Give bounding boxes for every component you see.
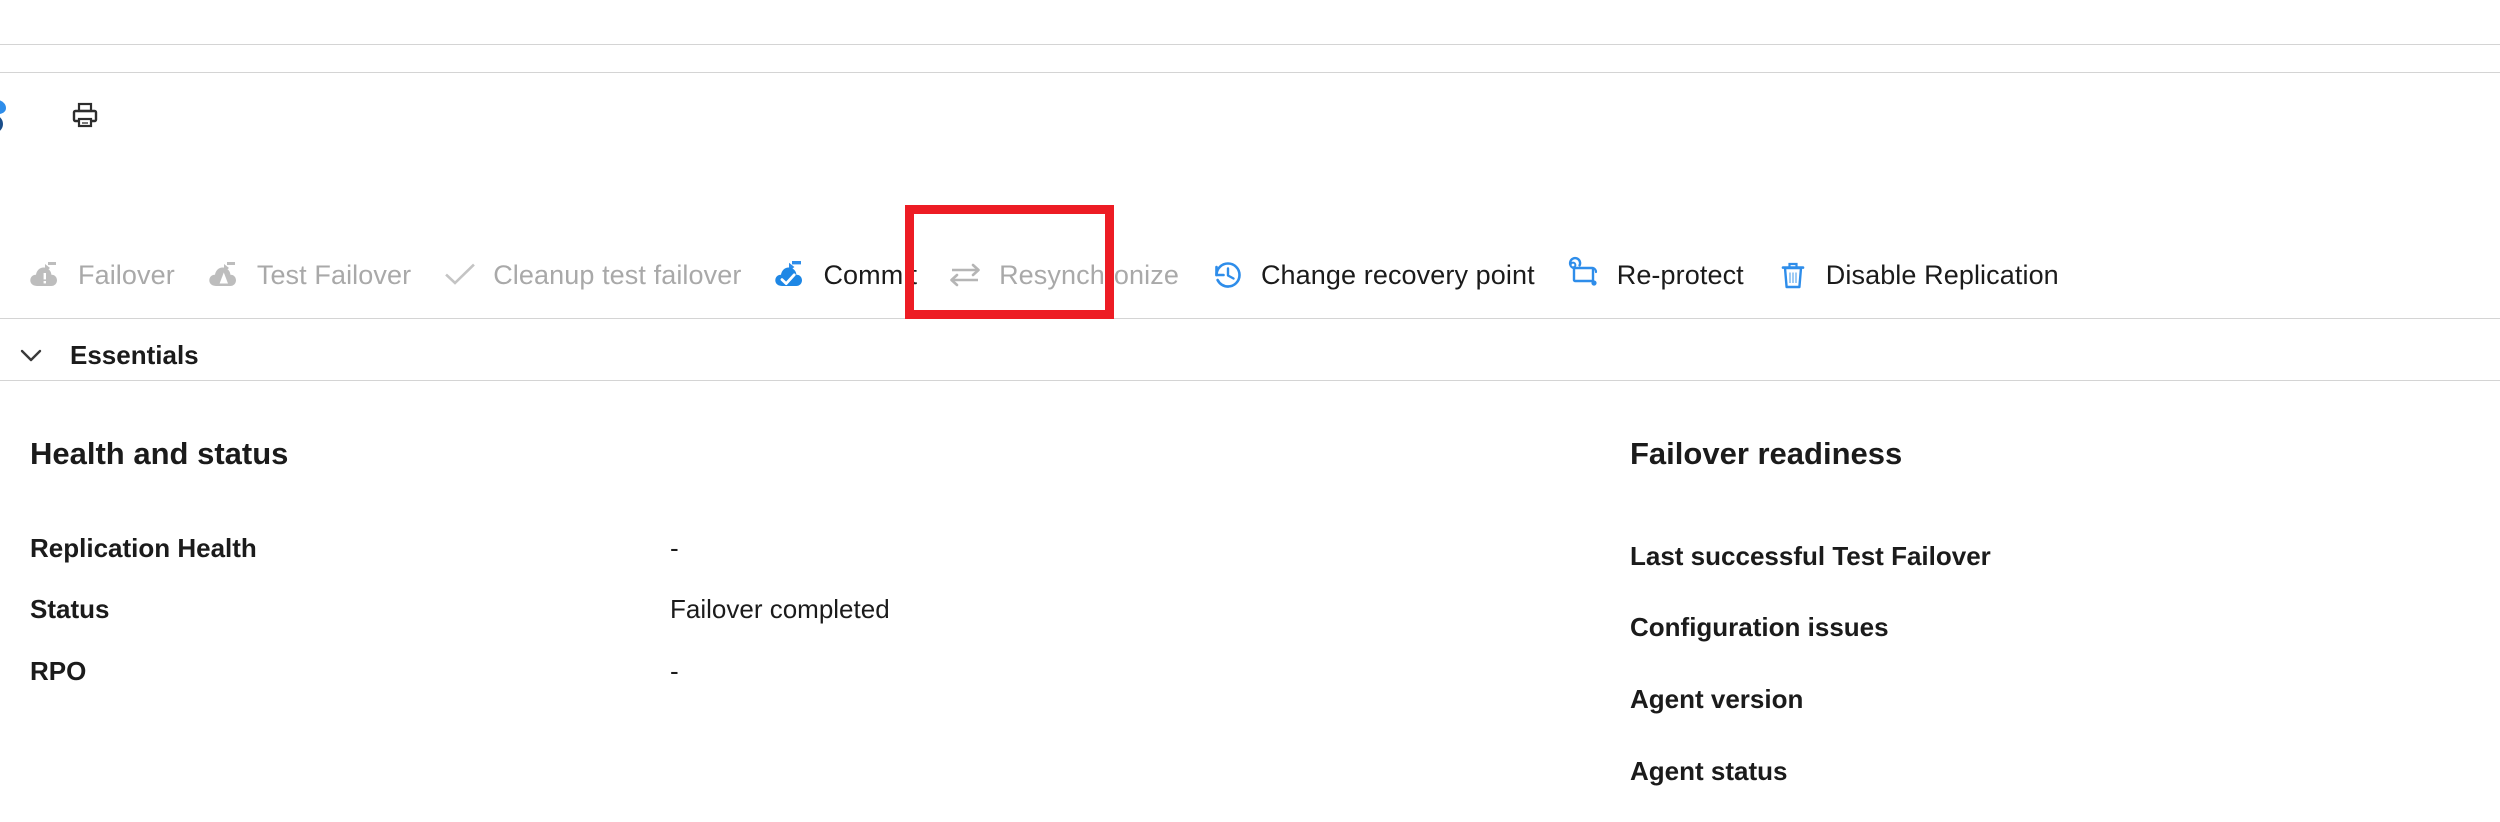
property-row-replication-health: Replication Health - <box>30 533 1590 564</box>
toolbar-action-commit[interactable]: Commit <box>763 249 939 301</box>
property-row-agent-version: Agent version <box>1630 684 2470 715</box>
failover-readiness-title: Failover readiness <box>1630 436 1903 471</box>
trash-icon <box>1774 256 1812 294</box>
app-frame: Failover Test Failover Cleanup test fail… <box>0 0 2500 822</box>
toolbar-action-label: Cleanup test failover <box>493 259 742 290</box>
toolbar-action-label: Re-protect <box>1616 259 1744 290</box>
reprotect-icon <box>1565 256 1603 294</box>
property-value: Failover completed <box>670 594 890 624</box>
property-key: Agent version <box>1630 684 1804 714</box>
health-and-status-title: Health and status <box>30 436 289 471</box>
toolbar-action-re-protect[interactable]: Re-protect <box>1557 249 1766 301</box>
property-key: Configuration issues <box>1630 612 1889 642</box>
action-toolbar: Failover Test Failover Cleanup test fail… <box>0 235 2500 315</box>
toolbar-action-cleanup-test-failover[interactable]: Cleanup test failover <box>433 249 763 301</box>
property-row-rpo: RPO - <box>30 656 1590 687</box>
cloud-commit-check-icon <box>771 256 809 294</box>
property-value: - <box>670 656 679 686</box>
toolbar-action-disable-replication[interactable]: Disable Replication <box>1766 249 2081 301</box>
toolbar-action-change-recovery-point[interactable]: Change recovery point <box>1201 249 1557 301</box>
essentials-panel: Health and status Replication Health - S… <box>0 381 2500 822</box>
property-key: Status <box>30 594 110 624</box>
chevron-down-icon <box>14 338 48 372</box>
cloud-test-failover-icon <box>205 256 243 294</box>
toolbar-action-test-failover[interactable]: Test Failover <box>197 249 433 301</box>
clipped-icon[interactable] <box>0 96 14 136</box>
toolbar-action-resynchronize[interactable]: Resynchronize <box>939 249 1201 301</box>
toolbar-action-label: Change recovery point <box>1260 259 1535 290</box>
toolbar-action-label: Failover <box>78 259 175 290</box>
toolbar-action-label: Test Failover <box>256 259 412 290</box>
cloud-failover-icon <box>26 256 64 294</box>
toolbar-action-label: Resynchronize <box>999 259 1179 290</box>
toolbar-action-failover[interactable]: Failover <box>18 249 197 301</box>
print-button[interactable] <box>63 96 107 136</box>
property-row-configuration-issues: Configuration issues <box>1630 612 2470 643</box>
property-key: Agent status <box>1630 756 1788 786</box>
toolbar-action-label: Disable Replication <box>1825 259 2059 290</box>
essentials-label: Essentials <box>70 339 199 370</box>
property-row-agent-status: Agent status <box>1630 756 2470 787</box>
divider-below-toolbar <box>0 318 2500 319</box>
property-key: RPO <box>30 656 87 686</box>
command-bar <box>0 73 2500 139</box>
printer-icon <box>69 99 101 134</box>
property-value: - <box>670 533 679 563</box>
property-key: Replication Health <box>30 533 257 563</box>
breadcrumb-strip <box>0 45 2500 72</box>
clock-history-icon <box>1209 256 1247 294</box>
browser-chrome-strip-top <box>0 0 2500 44</box>
property-key: Last successful Test Failover <box>1630 541 1991 571</box>
checkmark-icon <box>441 256 479 294</box>
toolbar-action-label: Commit <box>823 259 918 290</box>
essentials-toggle[interactable]: Essentials <box>0 330 2500 380</box>
property-row-last-successful-test-failover: Last successful Test Failover <box>1630 541 2470 572</box>
two-way-arrows-icon <box>947 256 985 294</box>
property-row-status: Status Failover completed <box>30 594 1590 625</box>
